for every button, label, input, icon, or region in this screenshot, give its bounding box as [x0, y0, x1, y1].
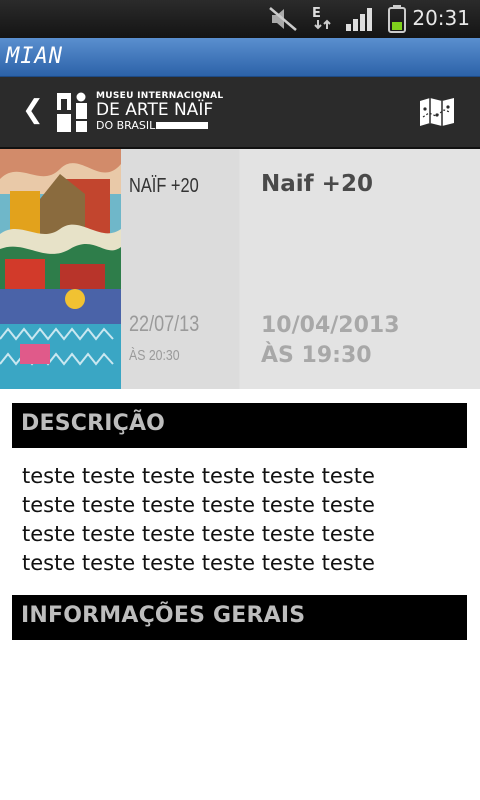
app-title: MIAN	[6, 44, 63, 69]
event-time: ÀS 19:30	[261, 343, 372, 368]
description-line: teste teste teste teste teste teste	[22, 464, 375, 488]
museum-logo: MUSEU INTERNACIONAL DE ARTE NAÏF DO BRAS…	[56, 91, 223, 135]
battery-icon	[388, 5, 406, 33]
back-icon[interactable]: ❮	[22, 95, 44, 125]
mute-icon	[269, 7, 297, 31]
info-section-header: INFORMAÇÕES GERAIS	[12, 595, 467, 640]
logo-line3: DO BRASIL	[96, 119, 156, 132]
mian-logo-mark	[57, 92, 87, 132]
logo-line2: DE ARTE NAÏF	[96, 100, 214, 120]
event-thumb-date: 22/07/13	[129, 311, 200, 336]
event-thumbnail	[0, 149, 121, 389]
svg-text:E: E	[312, 6, 321, 21]
event-title: Naif +20	[261, 171, 373, 197]
event-thumb-time: ÀS 20:30	[129, 347, 180, 364]
description-heading: DESCRIÇÃO	[21, 411, 166, 436]
description-line: teste teste teste teste teste teste	[22, 551, 375, 575]
description-line: teste teste teste teste teste teste	[22, 493, 375, 517]
description-text: teste teste teste teste teste teste test…	[22, 462, 462, 578]
event-summary-panel: NAÏF +20 22/07/13 ÀS 20:30	[121, 149, 239, 389]
info-heading: INFORMAÇÕES GERAIS	[21, 603, 306, 628]
app-title-bar: MIAN	[0, 38, 480, 77]
status-bar: E 20:31	[0, 0, 480, 38]
event-card[interactable]: NAÏF +20 22/07/13 ÀS 20:30 Naif +20 10/0…	[0, 149, 480, 389]
clock: 20:31	[412, 6, 470, 30]
map-icon[interactable]	[418, 97, 456, 127]
logo-underline	[156, 122, 208, 129]
event-thumb-title: NAÏF +20	[129, 175, 199, 197]
event-detail-panel: Naif +20 10/04/2013 ÀS 19:30	[240, 149, 480, 389]
signal-icon	[346, 8, 372, 31]
description-line: teste teste teste teste teste teste	[22, 522, 375, 546]
data-e-icon: E	[312, 6, 331, 30]
description-section-header: DESCRIÇÃO	[12, 403, 467, 448]
event-date: 10/04/2013	[261, 313, 400, 338]
header-bar: ❮ MUSEU INTERNACIONAL DE ARTE NAÏF DO BR…	[0, 77, 480, 149]
